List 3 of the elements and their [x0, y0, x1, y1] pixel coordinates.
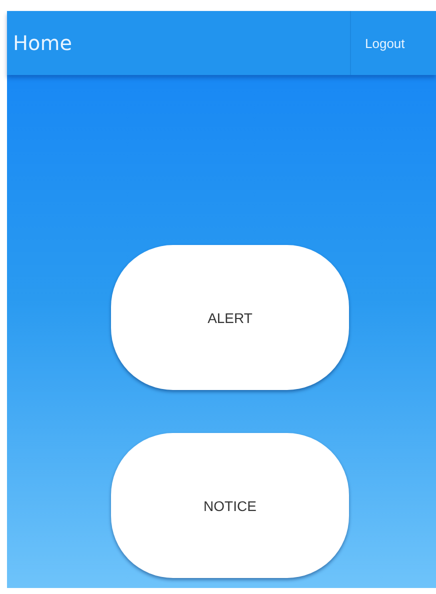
pill-button[interactable]: NOTICE	[111, 433, 349, 578]
app-title: Home	[12, 31, 72, 55]
pill-button[interactable]: ALERT	[111, 245, 349, 390]
